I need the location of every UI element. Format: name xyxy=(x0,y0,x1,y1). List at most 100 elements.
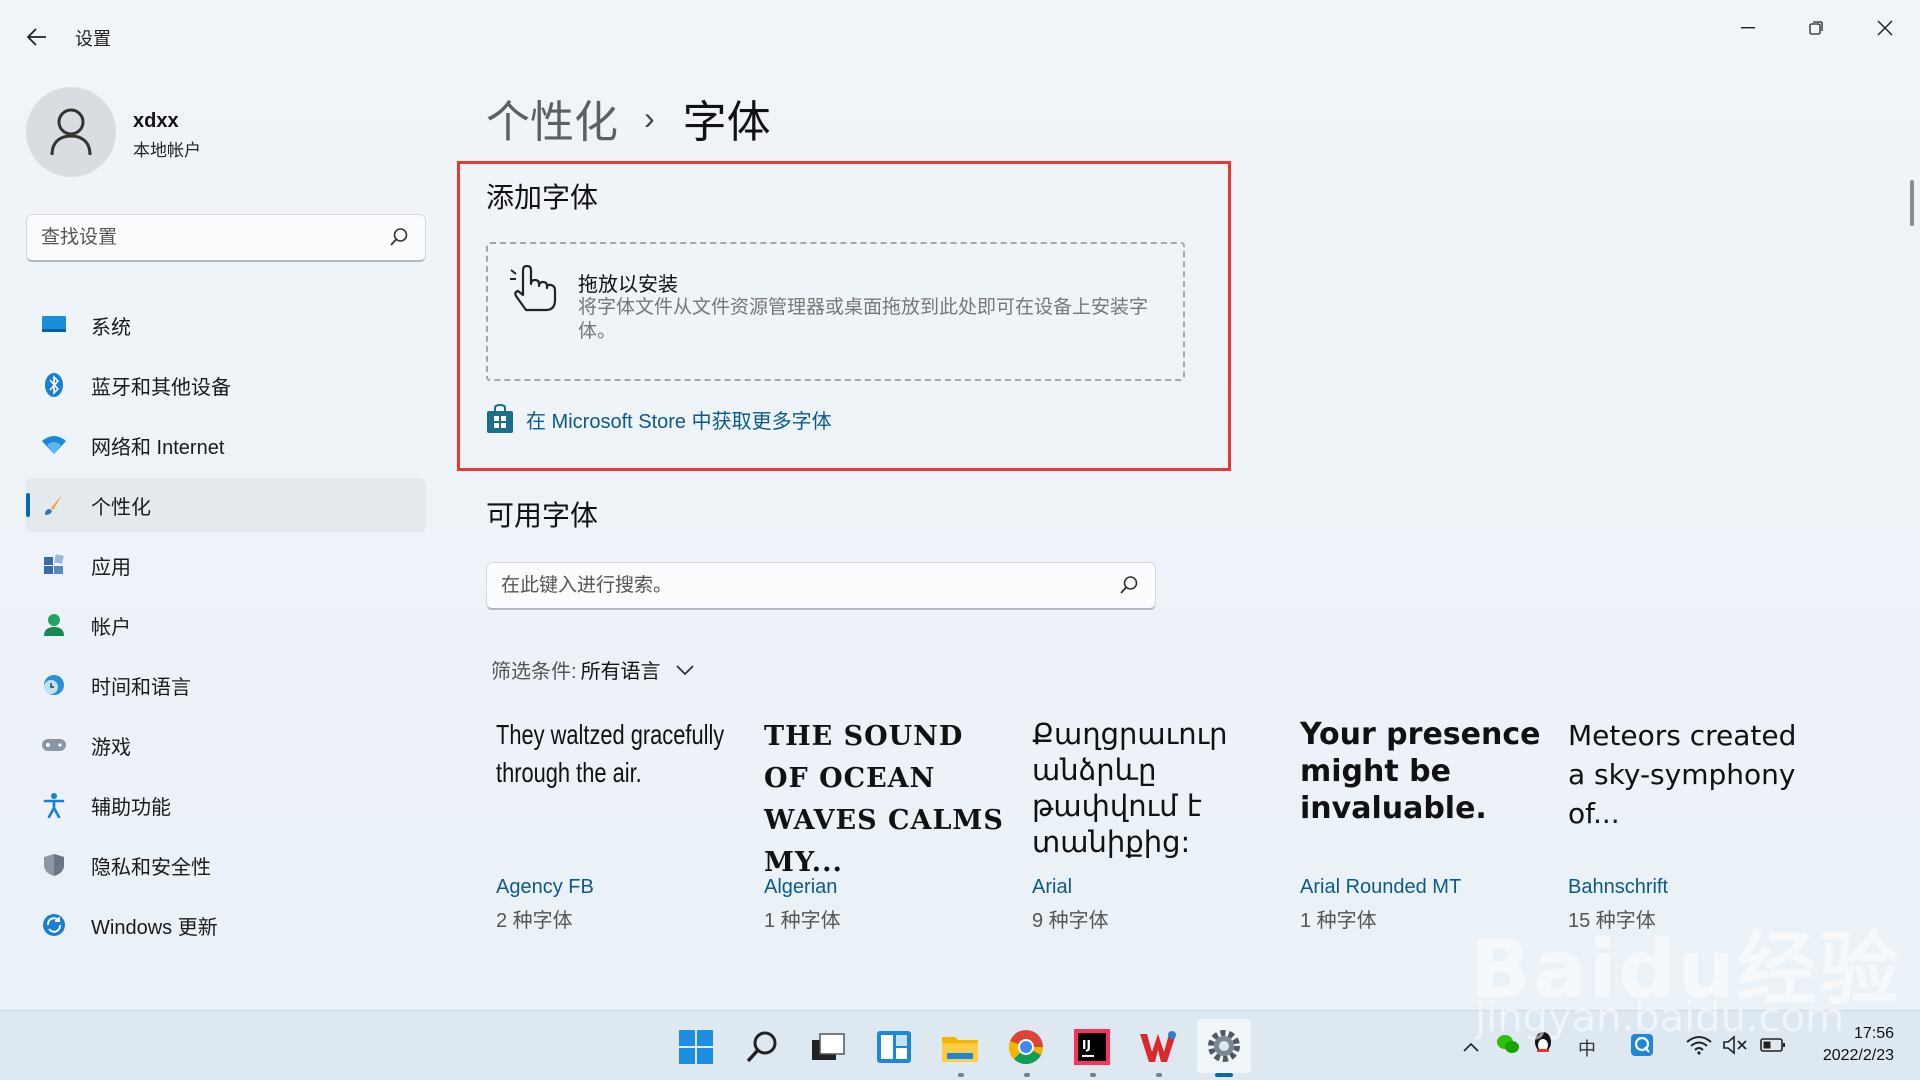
chevron-down-icon[interactable] xyxy=(675,664,695,676)
font-drop-zone[interactable]: 拖放以安装 将字体文件从文件资源管理器或桌面拖放到此处即可在设备上安装字体。 xyxy=(486,242,1185,381)
filter-value[interactable]: 所有语言 xyxy=(581,655,661,684)
font-name: Bahnschrift xyxy=(1568,876,1669,898)
chrome-icon[interactable] xyxy=(1006,1027,1046,1067)
sidebar-item-label: 辅助功能 xyxy=(91,796,171,819)
sidebar-item-accessibility[interactable]: 辅助功能 xyxy=(26,778,426,832)
sidebar-item-privacy[interactable]: 隐私和安全性 xyxy=(26,838,426,892)
font-name: Algerian xyxy=(764,876,838,898)
title-bar: 设置 xyxy=(0,0,1920,72)
settings-search[interactable] xyxy=(26,214,426,262)
sidebar-item-label: 应用 xyxy=(91,556,131,579)
sidebar-item-system[interactable]: 系统 xyxy=(26,298,426,352)
hand-pointer-icon xyxy=(508,264,562,318)
sidebar-item-windows-update[interactable]: Windows 更新 xyxy=(26,898,426,952)
close-button[interactable] xyxy=(1855,8,1915,48)
breadcrumb-parent[interactable]: 个性化 xyxy=(486,86,618,150)
font-sample: Meteors created a sky-symphony of... xyxy=(1568,719,1797,830)
user-icon xyxy=(50,108,92,156)
search-input[interactable] xyxy=(41,224,381,252)
page-title: 字体 xyxy=(682,97,771,148)
font-card-agency-fb[interactable]: They waltzed gracefully through the air.… xyxy=(496,716,741,932)
clock-date: 2022/2/23 xyxy=(1822,1047,1894,1064)
close-icon xyxy=(1877,20,1893,36)
sidebar-item-bluetooth[interactable]: 蓝牙和其他设备 xyxy=(26,358,426,412)
font-card-arial[interactable]: Քաղցրաւուր անձրևը թափվում է տանիքից: Ari… xyxy=(1032,716,1277,932)
settings-icon[interactable] xyxy=(1197,1019,1251,1073)
sidebar-item-personalization[interactable]: 个性化 xyxy=(26,478,426,532)
account-icon xyxy=(40,611,68,639)
font-card-arial-rounded[interactable]: Your presence might be invaluable. Arial… xyxy=(1300,716,1545,932)
font-name: Arial Rounded MT xyxy=(1300,876,1462,898)
restore-icon xyxy=(1809,21,1823,35)
available-fonts-title: 可用字体 xyxy=(486,499,599,532)
bluetooth-icon xyxy=(40,371,68,399)
sidebar-item-apps[interactable]: 应用 xyxy=(26,538,426,592)
font-search-input[interactable] xyxy=(501,572,1101,600)
sidebar-item-label: 网络和 Internet xyxy=(91,436,225,459)
font-sample: Your presence might be invaluable. xyxy=(1300,717,1541,826)
wifi-icon xyxy=(40,431,68,459)
scrollbar[interactable] xyxy=(1910,180,1914,226)
font-count: 2 种字体 xyxy=(496,910,573,932)
running-indicator xyxy=(958,1073,964,1077)
font-search[interactable] xyxy=(486,562,1156,610)
active-app-indicator xyxy=(1215,1073,1233,1077)
sidebar-item-label: 帐户 xyxy=(91,616,131,639)
filter-label: 筛选条件: xyxy=(491,661,577,683)
font-sample: Քաղցրաւուր անձրևը թափվում է տանիքից: xyxy=(1032,717,1228,859)
add-fonts-title: 添加字体 xyxy=(486,181,599,214)
language-filter[interactable]: 筛选条件: 所有语言 xyxy=(491,655,695,684)
sidebar-item-accounts[interactable]: 帐户 xyxy=(26,598,426,652)
widgets-icon[interactable] xyxy=(874,1027,914,1067)
task-view-icon[interactable] xyxy=(808,1027,848,1067)
sidebar-item-label: 隐私和安全性 xyxy=(91,856,211,879)
profile-name: xdxx xyxy=(133,110,179,132)
font-name: Agency FB xyxy=(496,876,594,898)
sidebar-item-label: 时间和语言 xyxy=(91,676,191,699)
sidebar-item-label: 蓝牙和其他设备 xyxy=(91,376,231,399)
font-name: Arial xyxy=(1032,876,1073,898)
sidebar-item-gaming[interactable]: 游戏 xyxy=(26,718,426,772)
store-icon xyxy=(487,404,513,433)
accessibility-icon xyxy=(40,791,68,819)
sidebar-item-label: 游戏 xyxy=(91,736,131,759)
shield-icon xyxy=(40,851,68,879)
store-link-label[interactable]: 在 Microsoft Store 中获取更多字体 xyxy=(526,405,832,434)
active-indicator xyxy=(26,493,30,517)
sidebar-item-network[interactable]: 网络和 Internet xyxy=(26,418,426,472)
font-sample: THE SOUND OF OCEAN WAVES CALMS MY... xyxy=(764,721,1004,878)
store-link[interactable]: 在 Microsoft Store 中获取更多字体 xyxy=(486,404,832,434)
system-icon xyxy=(40,311,68,339)
minimize-icon xyxy=(1741,27,1755,29)
svg-text:IJ: IJ xyxy=(1082,1038,1091,1052)
search-icon[interactable] xyxy=(389,227,411,249)
search-icon[interactable] xyxy=(742,1027,782,1067)
profile-account-type: 本地帐户 xyxy=(133,141,201,160)
update-icon xyxy=(40,911,68,939)
font-count: 9 种字体 xyxy=(1032,910,1109,932)
sidebar-item-label: 系统 xyxy=(91,316,131,339)
back-button[interactable] xyxy=(22,22,52,52)
drop-zone-description: 将字体文件从文件资源管理器或桌面拖放到此处即可在设备上安装字体。 xyxy=(578,297,1149,342)
minimize-button[interactable] xyxy=(1718,8,1778,48)
sidebar-item-time-language[interactable]: 时间和语言 xyxy=(26,658,426,712)
wps-icon[interactable] xyxy=(1138,1027,1178,1067)
font-sample: They waltzed gracefully through the air. xyxy=(496,719,725,788)
watermark-url: jingyan.baidu.com xyxy=(1475,995,1845,1041)
drop-zone-title: 拖放以安装 xyxy=(578,274,678,296)
apps-icon xyxy=(40,551,68,579)
brush-icon xyxy=(40,491,68,519)
app-title: 设置 xyxy=(75,29,111,49)
restore-button[interactable] xyxy=(1786,8,1846,48)
start-icon[interactable] xyxy=(676,1027,716,1067)
running-indicator xyxy=(1090,1073,1096,1077)
search-icon[interactable] xyxy=(1119,575,1141,597)
intellij-icon[interactable]: IJ xyxy=(1072,1027,1112,1067)
file-explorer-icon[interactable] xyxy=(940,1027,980,1067)
avatar[interactable] xyxy=(26,87,116,177)
font-card-bahnschrift[interactable]: Meteors created a sky-symphony of... Bah… xyxy=(1568,716,1813,932)
breadcrumb-separator: › xyxy=(644,99,655,136)
globe-clock-icon xyxy=(40,671,68,699)
settings-window: 设置 xdxx 本地帐户 系统 蓝牙和其他设备 xyxy=(0,0,1920,1010)
font-card-algerian[interactable]: THE SOUND OF OCEAN WAVES CALMS MY... Alg… xyxy=(764,716,1009,932)
